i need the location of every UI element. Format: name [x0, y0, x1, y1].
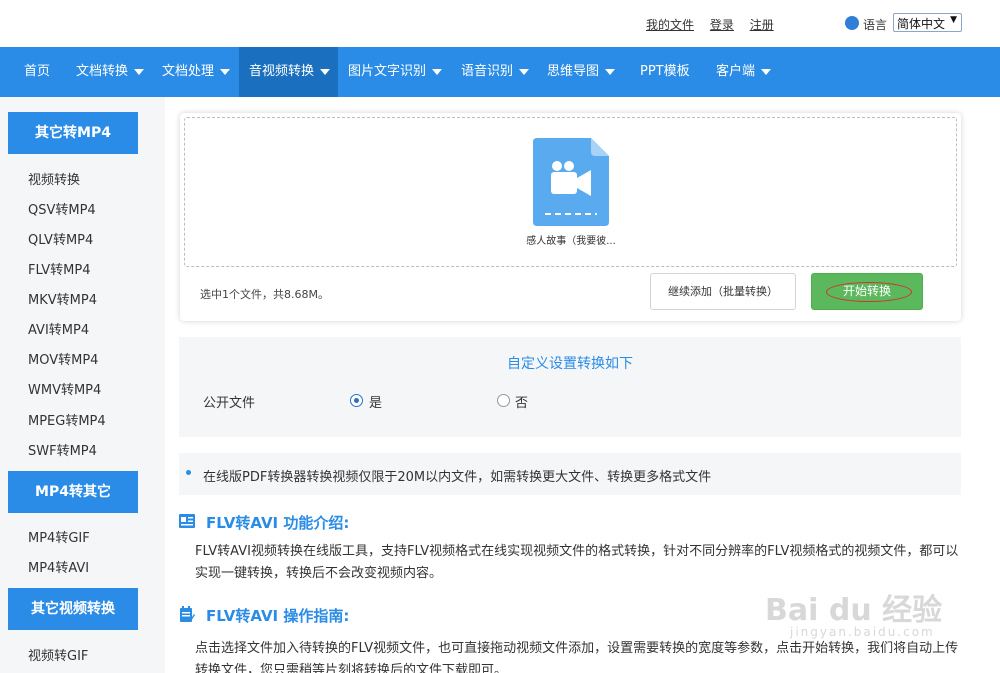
intro-title: FLV转AVI 功能介绍:	[206, 514, 350, 532]
settings-title: 自定义设置转换如下	[507, 356, 633, 372]
top-links: 我的文件 登录 注册	[646, 16, 786, 33]
nav-mindmap-label: 思维导图	[547, 64, 600, 79]
radio-yes[interactable]	[350, 394, 363, 407]
language-select[interactable]: 简体中文 ▼	[893, 13, 962, 32]
sidebar-item[interactable]: AVI转MP4	[28, 319, 89, 338]
guide-icon	[180, 606, 195, 622]
watermark-logo: Bai du 经验	[765, 593, 943, 628]
my-files-link[interactable]: 我的文件	[646, 18, 694, 32]
nav-home-label: 首页	[23, 64, 50, 79]
nav-doc-process[interactable]: 文档处理	[162, 47, 231, 97]
radio-no[interactable]	[497, 394, 510, 407]
nav-ppt-label: PPT模板	[640, 64, 690, 79]
nav-av-convert[interactable]: 音视频转换	[239, 47, 338, 97]
sidebar-item[interactable]: 视频转换	[28, 169, 80, 188]
dropdown-arrow-icon: ▼	[950, 15, 957, 25]
nav-client[interactable]: 客户端	[716, 47, 772, 97]
notice-text: 在线版PDF转换器转换视频仅限于20M以内文件，如需转换更大文件、转换更多格式文…	[203, 470, 712, 485]
register-link[interactable]: 注册	[750, 18, 774, 32]
caret-down-icon	[320, 68, 331, 75]
sidebar-item[interactable]: MOV转MP4	[28, 349, 98, 368]
caret-down-icon	[605, 68, 616, 75]
top-bar: 我的文件 登录 注册 语言 简体中文 ▼	[0, 0, 1000, 47]
nav-doc-process-label: 文档处理	[162, 64, 215, 79]
sidebar-item[interactable]: WMV转MP4	[28, 379, 101, 398]
main-nav: 首页 文档转换 文档处理 音视频转换 图片文字识别 语音识别 思维导图 PPT模…	[0, 47, 1000, 97]
guide-body: 点击选择文件加入待转换的FLV视频文件，也可直接拖动视频文件添加，设置需要转换的…	[195, 641, 959, 673]
add-more-button[interactable]: 继续添加（批量转换）	[650, 273, 796, 310]
sidebar-item[interactable]: QLV转MP4	[28, 229, 93, 248]
language-label: 语言	[863, 18, 888, 32]
sidebar-item[interactable]: MP4转AVI	[28, 557, 89, 576]
nav-doc-convert-label: 文档转换	[76, 64, 129, 79]
radio-yes-label[interactable]: 是	[369, 392, 382, 411]
sidebar-item[interactable]: MPEG转MP4	[28, 410, 106, 429]
language-value: 简体中文	[897, 17, 946, 31]
bullet-icon	[186, 470, 191, 475]
file-name: 感人故事（我要彼...	[526, 236, 616, 247]
sidebar-item[interactable]: MP4转GIF	[28, 527, 90, 546]
guide-title: FLV转AVI 操作指南:	[206, 607, 350, 625]
video-file-icon[interactable]	[533, 138, 609, 226]
intro-icon	[179, 514, 195, 528]
nav-speech-label: 语音识别	[461, 64, 514, 79]
caret-down-icon	[519, 68, 530, 75]
globe-icon	[845, 16, 859, 30]
highlight-oval	[826, 282, 912, 302]
start-convert-button[interactable]: 开始转换	[811, 273, 923, 310]
login-link[interactable]: 登录	[710, 18, 734, 32]
notice-bar: 在线版PDF转换器转换视频仅限于20M以内文件，如需转换更大文件、转换更多格式文…	[179, 453, 961, 495]
sidebar-item[interactable]: 视频转GIF	[28, 645, 88, 664]
nav-client-label: 客户端	[716, 64, 756, 79]
sidebar: 其它转MP4 视频转换 QSV转MP4 QLV转MP4 FLV转MP4 MKV转…	[0, 97, 165, 673]
intro-body: FLV转AVI视频转换在线版工具，支持FLV视频格式在线实现视频文件的格式转换，…	[195, 544, 959, 581]
nav-ocr-label: 图片文字识别	[348, 64, 427, 79]
nav-home[interactable]: 首页	[14, 47, 60, 97]
selection-info: 选中1个文件，共8.68M。	[200, 288, 329, 301]
public-file-label: 公开文件	[203, 396, 256, 411]
sidebar-group-title[interactable]: MP4转其它	[8, 471, 138, 513]
caret-down-icon	[432, 68, 443, 75]
sidebar-item[interactable]: FLV转MP4	[28, 259, 91, 278]
nav-doc-convert[interactable]: 文档转换	[76, 47, 145, 97]
sidebar-item[interactable]: QSV转MP4	[28, 199, 96, 218]
upload-card: 感人故事（我要彼... 选中1个文件，共8.68M。 继续添加（批量转换） 开始…	[180, 113, 961, 321]
radio-no-label[interactable]: 否	[515, 392, 528, 411]
nav-ocr[interactable]: 图片文字识别	[348, 47, 443, 97]
nav-mindmap[interactable]: 思维导图	[547, 47, 616, 97]
nav-speech[interactable]: 语音识别	[461, 47, 530, 97]
sidebar-group-title[interactable]: 其它转MP4	[8, 112, 138, 154]
sidebar-group-title[interactable]: 其它视频转换	[8, 588, 138, 630]
caret-down-icon	[134, 68, 145, 75]
sidebar-item[interactable]: MKV转MP4	[28, 289, 97, 308]
file-drop-zone[interactable]: 感人故事（我要彼...	[184, 117, 957, 267]
nav-av-convert-label: 音视频转换	[249, 64, 315, 79]
caret-down-icon	[220, 68, 231, 75]
caret-down-icon	[761, 68, 772, 75]
sidebar-item[interactable]: SWF转MP4	[28, 440, 97, 459]
nav-ppt[interactable]: PPT模板	[640, 47, 690, 97]
watermark-url: jingyan.baidu.com	[790, 625, 935, 639]
settings-panel: 自定义设置转换如下 公开文件 是 否	[179, 337, 961, 437]
